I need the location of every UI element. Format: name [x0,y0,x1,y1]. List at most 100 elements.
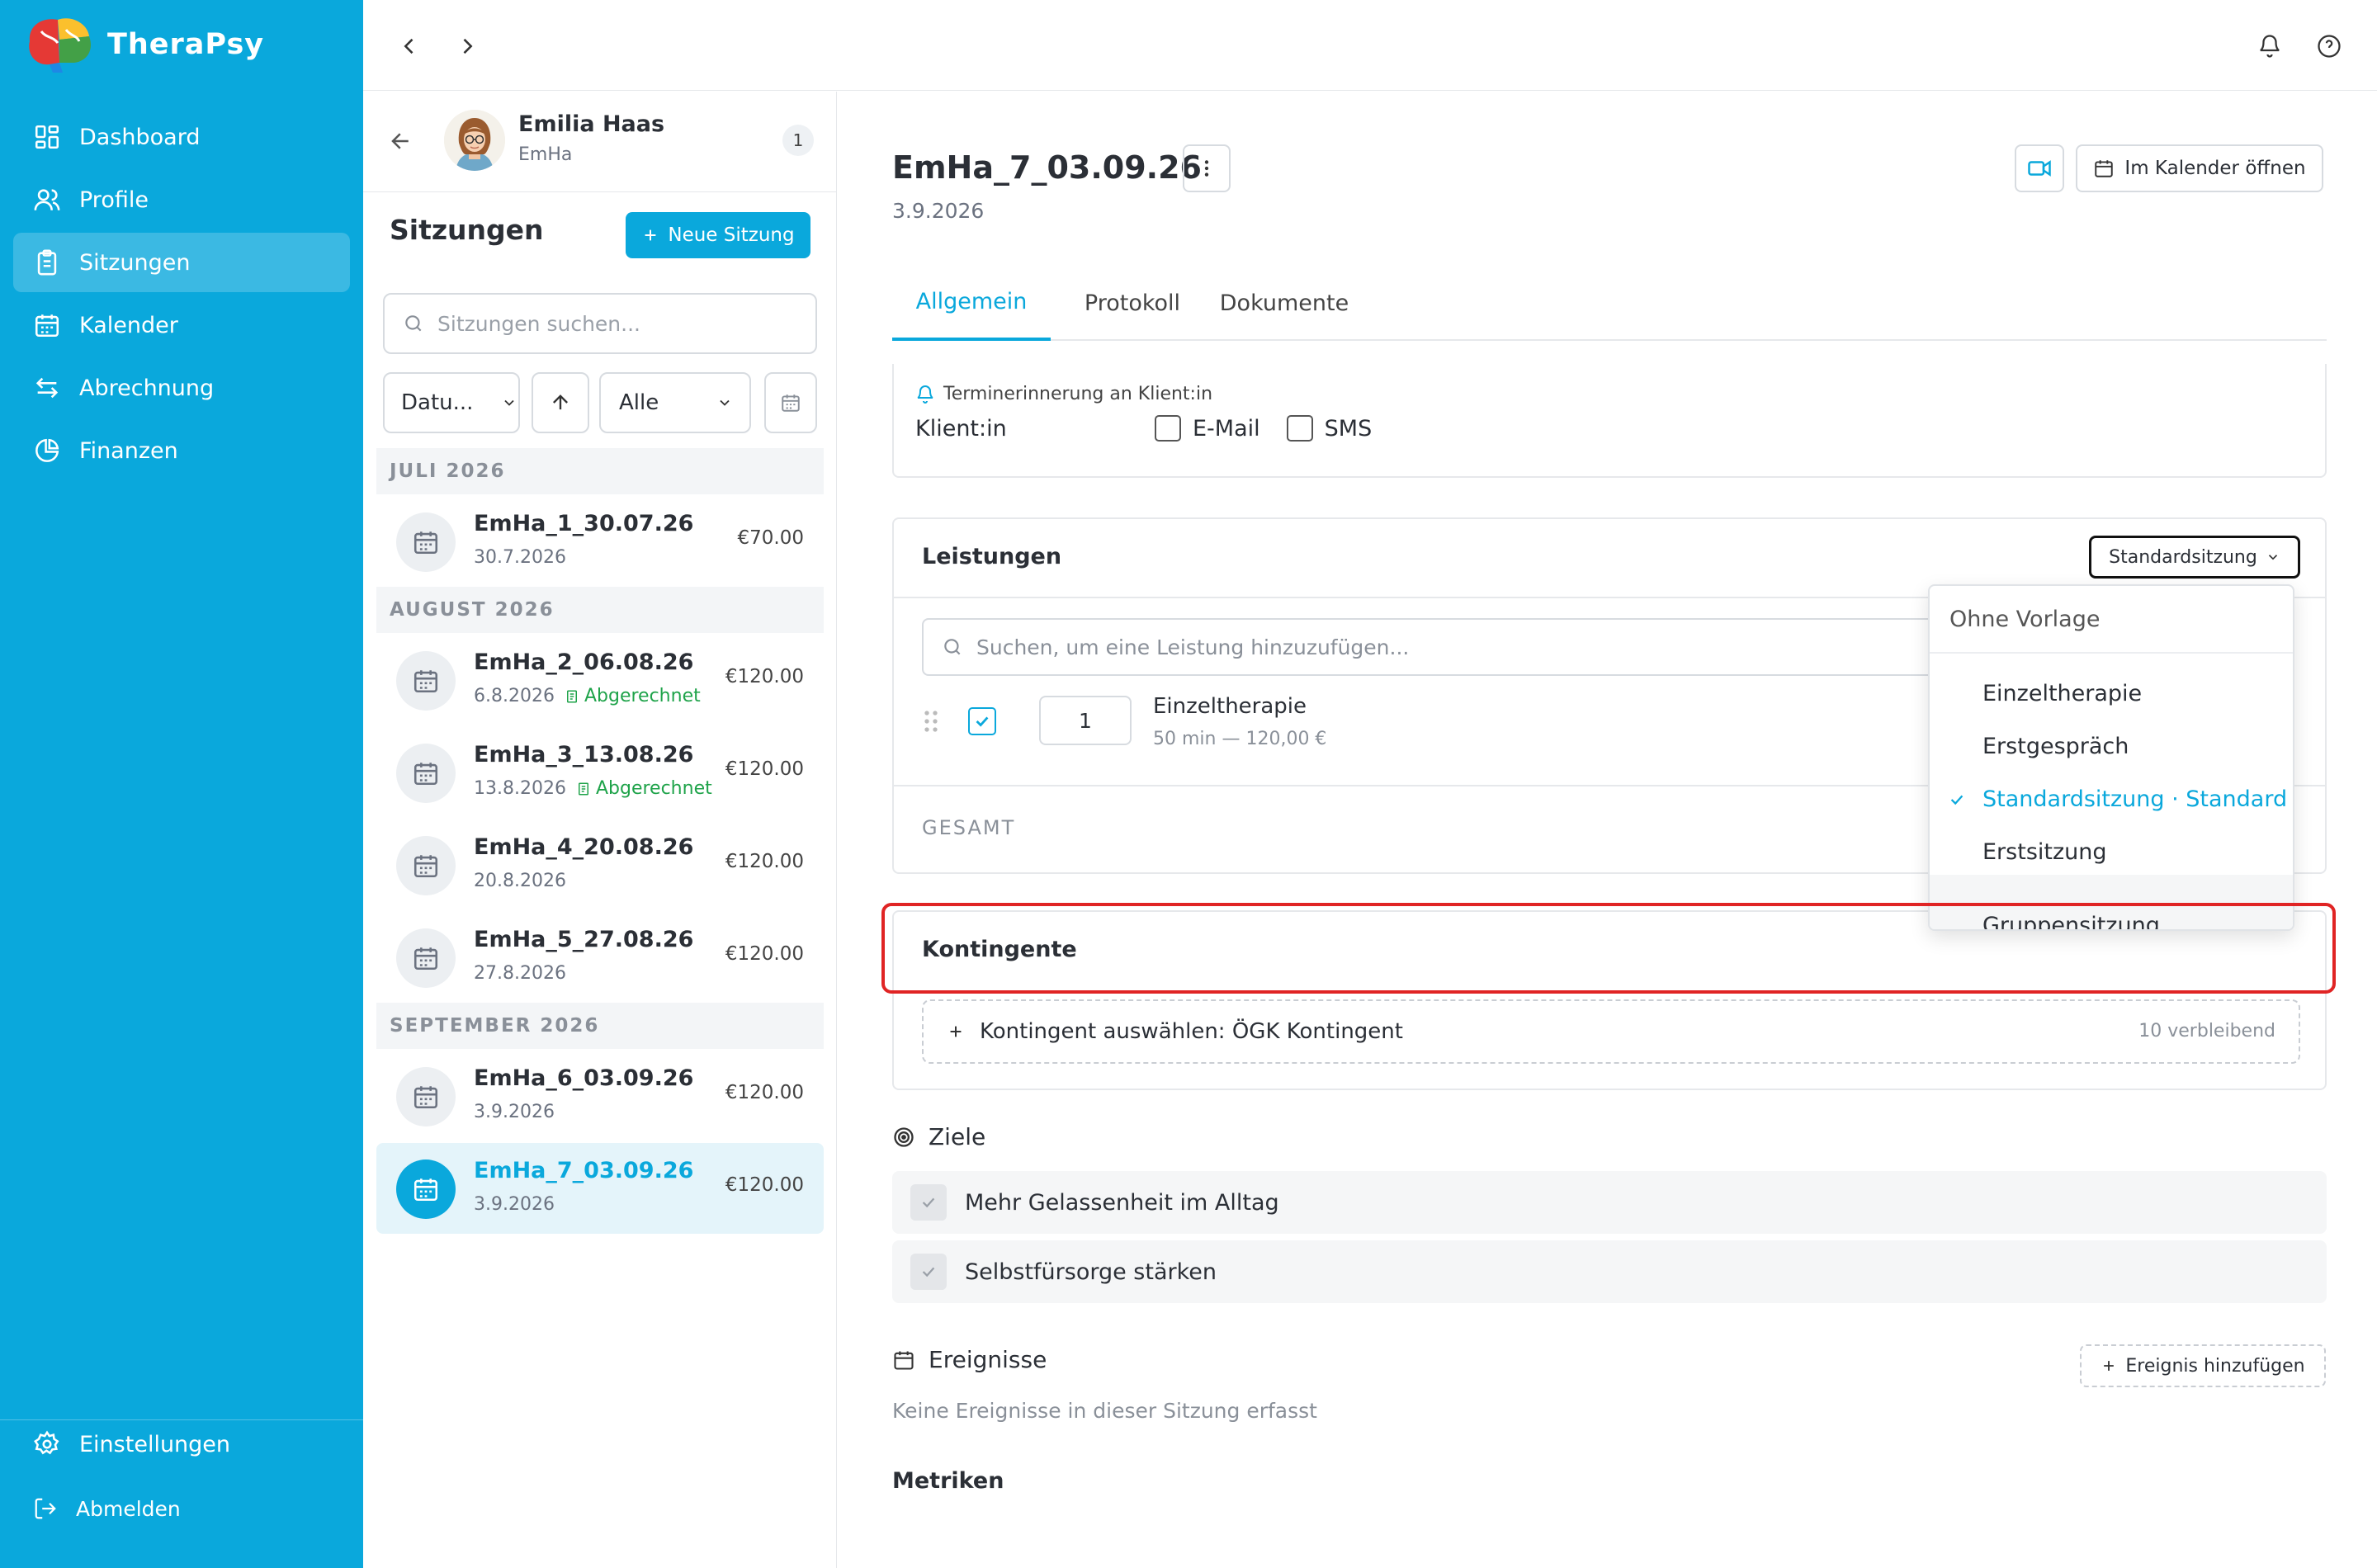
sidebar-item-dashboard[interactable]: Dashboard [13,107,350,167]
bell-icon [915,385,935,404]
status-filter-label: Alle [619,390,659,415]
calendar-icon [396,836,456,895]
session-list-item[interactable]: EmHa_5_27.08.26 27.8.2026 €120.00 [376,912,824,1003]
clipboard-icon [33,248,61,276]
status-filter-select[interactable]: Alle [599,372,751,433]
total-label: GESAMT [922,816,1016,839]
sidebar-item-profile[interactable]: Profile [13,170,350,229]
quantity-input[interactable]: 1 [1039,696,1132,745]
session-list-item-active[interactable]: EmHa_7_03.09.26 3.9.2026 €120.00 [376,1143,824,1234]
date-filter-button[interactable] [764,372,817,433]
calendar-icon [396,1159,456,1219]
client-name: Emilia Haas [518,111,665,137]
sessions-panel: Emilia Haas EmHa 1 Sitzungen Neue Sitzun… [363,92,837,1568]
session-price: €70.00 [737,527,804,549]
sort-direction-button[interactable] [532,372,589,433]
calendar-icon [396,512,456,572]
more-vertical-icon[interactable] [1183,144,1231,192]
logout-icon [33,1496,58,1521]
add-event-button[interactable]: Ereignis hinzufügen [2080,1344,2326,1387]
session-title: EmHa_1_30.07.26 [474,511,694,536]
new-session-button[interactable]: Neue Sitzung [626,212,810,258]
check-icon[interactable] [910,1254,947,1290]
events-section-title: Ereignisse [892,1346,1047,1373]
page-title: Sitzungen [390,214,544,246]
session-price: €120.00 [725,1174,804,1196]
sidebar-item-sitzungen[interactable]: Sitzungen [13,233,350,292]
session-list-item[interactable]: EmHa_4_20.08.26 20.8.2026 €120.00 [376,819,824,910]
session-list-item[interactable]: EmHa_6_03.09.26 3.9.2026 €120.00 [376,1051,824,1141]
metrics-title: Metriken [892,1468,1004,1494]
dropdown-option[interactable]: Erstgespräch [1930,720,2293,772]
services-title: Leistungen [922,544,1062,569]
plus-icon [2101,1358,2117,1374]
dropdown-option[interactable]: Ohne Vorlage [1930,586,2293,654]
tab-protokoll[interactable]: Protokoll [1070,265,1194,341]
session-date: 30.7.2026 [474,547,566,568]
sidebar: TheraPsy Dashboard Profile Sitzungen Kal… [0,0,363,1568]
dropdown-option[interactable]: Einzeltherapie [1930,667,2293,720]
sms-reminder-checkbox[interactable] [1286,415,1313,442]
help-icon[interactable] [2313,30,2346,63]
bell-icon[interactable] [2253,30,2286,63]
email-reminder-checkbox[interactable] [1155,415,1181,442]
session-list-item[interactable]: EmHa_2_06.08.26 6.8.2026 Abgerechnet €12… [376,635,824,725]
chevron-down-icon [2266,550,2280,564]
sidebar-item-settings[interactable]: Einstellungen [13,1415,350,1474]
chevron-right-icon[interactable] [451,30,484,63]
session-list-item[interactable]: EmHa_1_30.07.26 30.7.2026 €70.00 [376,496,824,587]
detail-tabs: Allgemein Protokoll Dokumente [892,265,2327,341]
app-logo[interactable]: TheraPsy [25,15,264,74]
reminder-card: Terminerinnerung an Klient:in Klient:in … [892,364,2327,478]
arrows-icon [33,374,61,402]
session-price: €120.00 [725,1082,804,1103]
sidebar-item-logout[interactable]: Abmelden [13,1477,350,1540]
template-select[interactable]: Standardsitzung [2089,536,2300,579]
sidebar-item-label: Kalender [79,312,178,338]
session-list-item[interactable]: EmHa_3_13.08.26 13.8.2026 Abgerechnet €1… [376,727,824,818]
arrow-left-icon[interactable] [386,126,416,156]
goal-label: Mehr Gelassenheit im Alltag [965,1189,1279,1216]
tab-dokumente[interactable]: Dokumente [1214,265,1354,341]
chevron-left-icon[interactable] [393,30,426,63]
session-title: EmHa_4_20.08.26 [474,834,694,860]
status-badge: Abgerechnet [565,686,701,706]
search-icon [942,636,963,658]
dropdown-option-selected[interactable]: Standardsitzung · Standard [1930,772,2293,825]
check-icon[interactable] [910,1184,947,1221]
check-icon [1948,791,1966,809]
sidebar-item-abrechnung[interactable]: Abrechnung [13,358,350,418]
sidebar-item-finanzen[interactable]: Finanzen [13,421,350,480]
service-search-input[interactable]: Suchen, um eine Leistung hinzuzufügen... [922,618,1995,676]
add-event-label: Ereignis hinzufügen [2125,1355,2305,1377]
session-meta: 13.8.2026 Abgerechnet [474,778,712,799]
events-title: Ereignisse [929,1346,1047,1373]
sort-select[interactable]: Datu... [383,372,520,433]
calendar-icon [892,1348,915,1372]
sidebar-item-label: Abrechnung [79,375,215,401]
drag-handle-icon[interactable] [922,709,940,734]
tab-allgemein[interactable]: Allgemein [892,265,1051,341]
sidebar-item-kalender[interactable]: Kalender [13,295,350,355]
sidebar-item-label: Profile [79,187,149,213]
session-title: EmHa_3_13.08.26 [474,742,694,767]
status-badge-label: Abgerechnet [595,778,712,799]
dropdown-option[interactable]: Erstsitzung [1930,825,2293,878]
session-meta: 27.8.2026 [474,963,566,984]
session-date: 13.8.2026 [474,778,566,799]
session-search-input[interactable]: Sitzungen suchen... [383,293,817,354]
goal-item[interactable]: Mehr Gelassenheit im Alltag [892,1171,2327,1234]
goals-section-title: Ziele [892,1123,985,1150]
sidebar-bottom: Einstellungen Abmelden [13,1415,350,1543]
calendar-icon [33,311,61,339]
video-call-icon[interactable] [2015,144,2064,192]
plus-icon [947,1023,965,1041]
session-date: 27.8.2026 [474,963,566,984]
users-icon [33,186,61,214]
open-in-calendar-button[interactable]: Im Kalender öffnen [2076,144,2323,192]
goal-item[interactable]: Selbstfürsorge stärken [892,1240,2327,1303]
status-badge: Abgerechnet [576,778,712,799]
service-checkbox[interactable] [968,707,996,735]
sidebar-item-label: Finanzen [79,437,178,464]
select-quota-button[interactable]: Kontingent auswählen: ÖGK Kontingent 10 … [922,999,2300,1064]
